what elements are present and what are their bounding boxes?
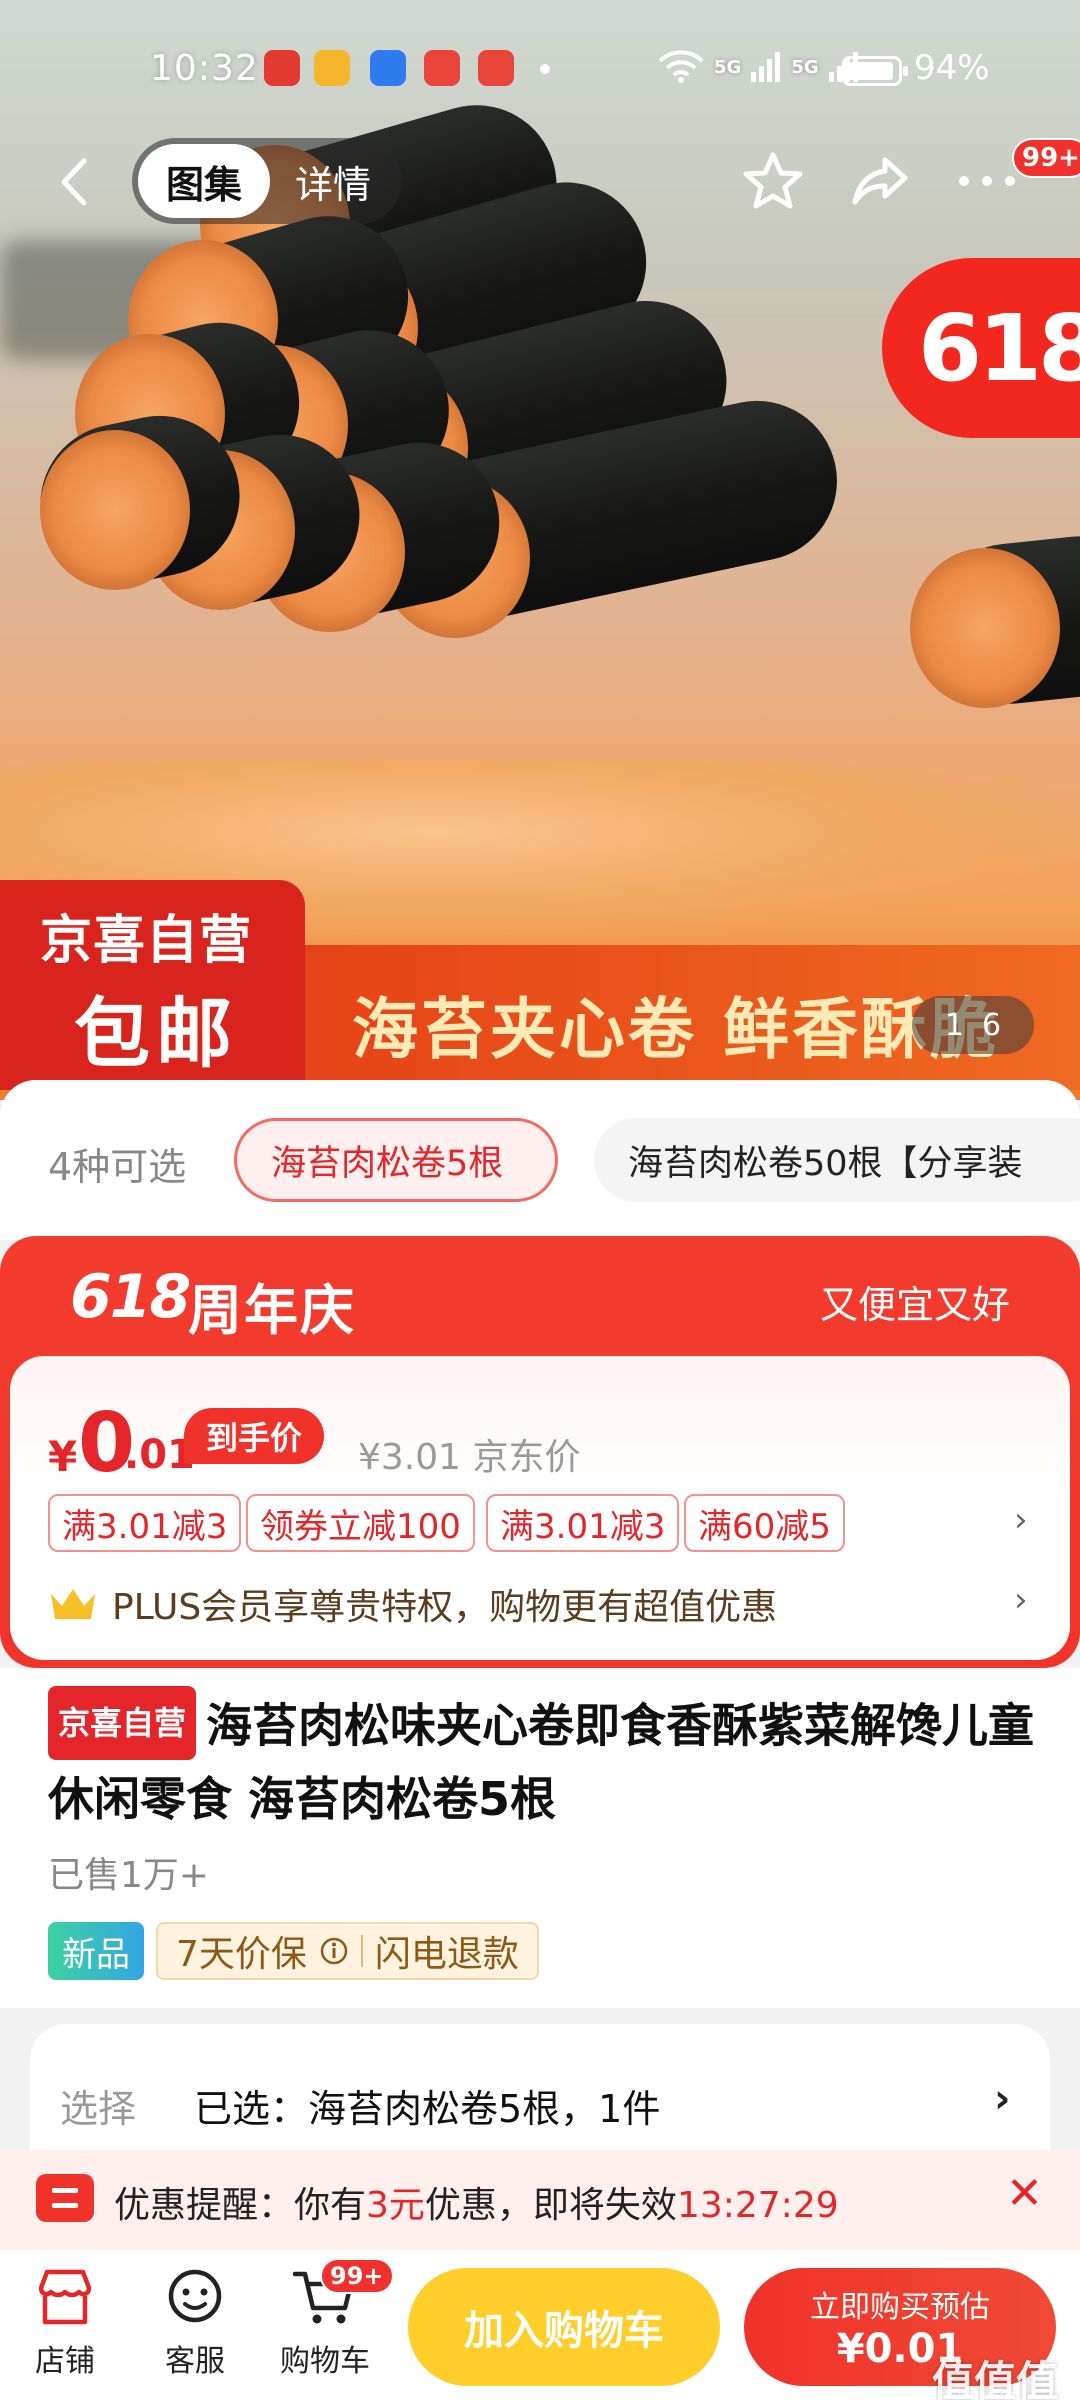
promo-event-number: 618 — [70, 1262, 191, 1332]
selection-value: 已选：海苔肉松卷5根，1件 — [194, 2087, 661, 2131]
status-time: 10:32 — [150, 48, 259, 89]
image-counter-total: 6 — [982, 1007, 1002, 1043]
reminder-amount: 3元 — [366, 2185, 425, 2226]
new-product-tag: 新品 — [48, 1922, 144, 1980]
coupon-chip[interactable]: 领券立减100 — [246, 1494, 475, 1552]
reminder-middle: 优惠，即将失效 — [424, 2185, 677, 2226]
close-icon[interactable]: ✕ — [1006, 2168, 1043, 2219]
baidu-notification-icon — [370, 50, 406, 86]
info-icon — [320, 1937, 348, 1965]
wifi-icon — [658, 50, 704, 83]
reminder-prefix: 优惠提醒：你有 — [114, 2185, 367, 2226]
app-notification-icon — [264, 50, 300, 86]
battery-icon — [842, 56, 908, 86]
coupon-chip[interactable]: 满3.01减3 — [486, 1494, 680, 1552]
star-icon — [743, 152, 803, 209]
gallery-detail-switch: 图集 详情 — [132, 138, 402, 224]
reminder-countdown: 13:27:29 — [676, 2185, 839, 2226]
reminder-text: 优惠提醒：你有3元优惠，即将失效13:27:29 — [114, 2176, 839, 2228]
store-button[interactable]: 店铺 — [10, 2264, 120, 2380]
buy-now-label: 立即购买预估 — [810, 2290, 990, 2325]
banner-slogan: 海苔夹心卷 鲜香酥脆 — [352, 991, 999, 1068]
battery-level — [848, 62, 894, 80]
free-shipping-label: 包邮 — [74, 989, 238, 1078]
brand-label: 京喜自营 — [40, 911, 253, 971]
chevron-right-icon[interactable]: › — [1014, 1500, 1028, 1540]
add-to-cart-button[interactable]: 加入购物车 — [408, 2268, 720, 2386]
back-button[interactable] — [52, 152, 94, 212]
signal-5g-label: 5G — [791, 56, 819, 78]
status-bar: 10:32 5G 5G 94% — [0, 0, 1080, 120]
store-tag: 京喜自营 — [48, 1686, 197, 1760]
cart-label: 购物车 — [280, 2344, 370, 2379]
customer-service-icon — [168, 2269, 222, 2323]
product-page: 10:32 5G 5G 94% 图集 详情 99+ 618 京喜自营 包邮 海苔… — [0, 0, 1080, 2400]
promo-618-badge: 618 — [882, 258, 1080, 438]
more-dots-icon — [959, 176, 1015, 186]
crown-icon — [51, 1589, 95, 1619]
app-notification-icon — [424, 50, 460, 86]
more-notifications-dot — [540, 64, 550, 74]
original-price: ¥3.01 京东价 — [358, 1437, 581, 1478]
app-notification-icon — [478, 50, 514, 86]
watermark-url: zhizhizhi.com — [938, 2388, 1020, 2400]
fast-refund-label: 闪电退款 — [374, 1934, 519, 1975]
cart-count-badge: 99+ — [320, 2258, 394, 2294]
sold-count: 已售1万+ — [48, 1855, 210, 1896]
selection-label: 选择 — [60, 2087, 137, 2131]
service-label: 客服 — [165, 2344, 225, 2379]
share-icon — [852, 157, 908, 205]
coupon-icon — [36, 2174, 94, 2222]
chevron-right-icon[interactable]: › — [1014, 1580, 1028, 1620]
signal-indicators: 5G 5G — [658, 50, 859, 84]
final-price-tag: 到手价 — [184, 1408, 325, 1464]
plus-member-benefit[interactable]: PLUS会员享尊贵特权，购物更有超值优惠 — [112, 1578, 777, 1630]
store-icon — [38, 2269, 92, 2325]
store-label: 店铺 — [35, 2344, 95, 2379]
image-counter: 1 6 — [912, 996, 1034, 1054]
variant-option[interactable]: 海苔肉松卷50根【分享装 — [594, 1118, 1080, 1202]
tab-gallery[interactable]: 图集 — [138, 144, 270, 218]
chevron-right-icon[interactable]: › — [994, 2076, 1010, 2122]
image-counter-current: 1 — [944, 1007, 964, 1043]
tab-detail[interactable]: 详情 — [270, 154, 396, 209]
variant-option-selected[interactable]: 海苔肉松卷5根 — [234, 1118, 558, 1202]
promo-event-name: 周年庆 — [188, 1279, 356, 1342]
share-button[interactable] — [846, 146, 916, 216]
signal-5g-label: 5G — [714, 56, 742, 78]
service-button[interactable]: 客服 — [140, 2264, 250, 2380]
cell-signal-icon — [751, 52, 781, 82]
weibo-notification-icon — [314, 50, 350, 86]
price-symbol: ¥ — [48, 1432, 78, 1481]
coupon-chip[interactable]: 满3.01减3 — [48, 1494, 242, 1552]
favorite-button[interactable] — [738, 146, 808, 216]
battery-percent: 94% — [914, 48, 990, 88]
divider — [360, 1935, 363, 1967]
coupon-chip[interactable]: 满60减5 — [684, 1494, 845, 1552]
variant-count: 4种可选 — [48, 1145, 187, 1189]
promo-slogan: 又便宜又好 — [819, 1283, 1010, 1327]
chevron-left-icon — [61, 158, 87, 206]
service-guarantee[interactable]: 7天价保 闪电退款 — [156, 1922, 539, 1980]
product-title: 京喜自营 海苔肉松味夹心卷即食香酥紫菜解馋儿童休闲零食 海苔肉松卷5根 — [48, 1686, 1038, 1832]
message-count-badge: 99+ — [1012, 138, 1080, 178]
price-protection-label: 7天价保 — [176, 1934, 307, 1975]
